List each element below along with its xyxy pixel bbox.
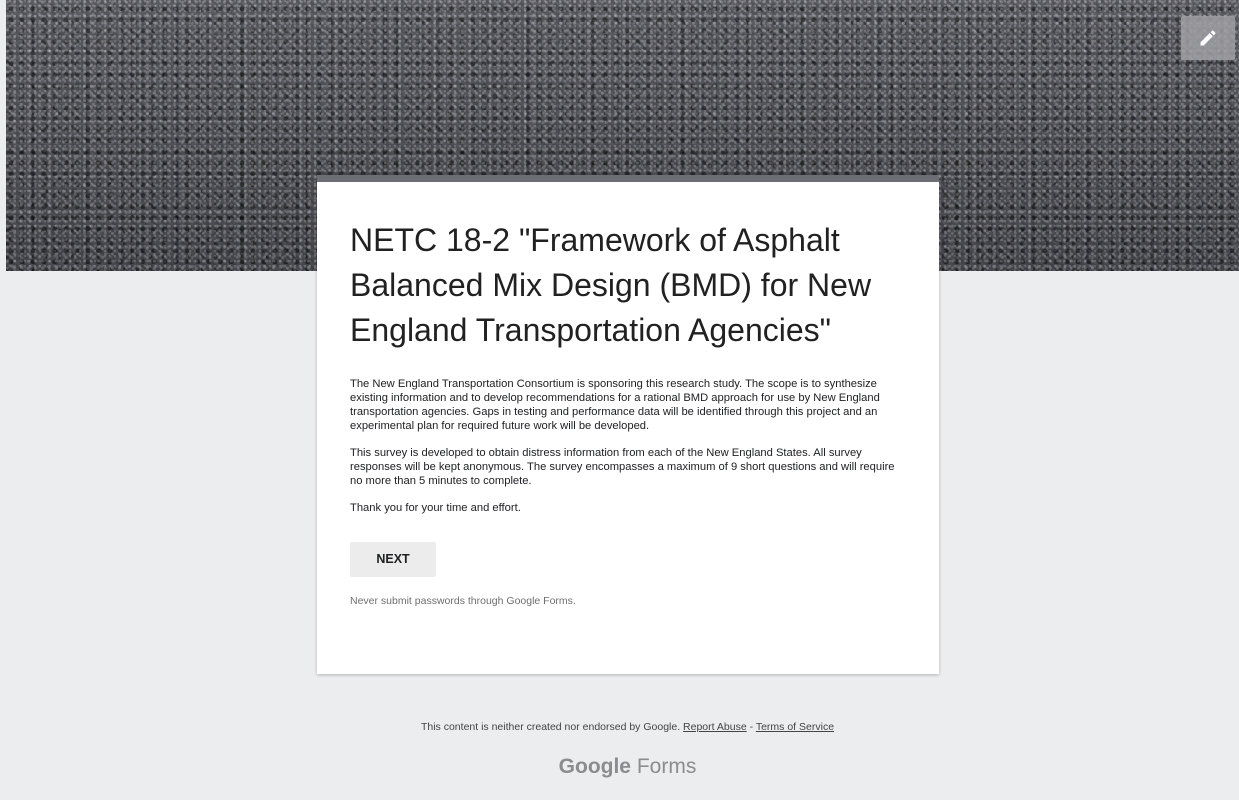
card-accent-bar <box>317 175 939 182</box>
report-abuse-link[interactable]: Report Abuse <box>683 721 747 733</box>
form-title: NETC 18-2 "Framework of Asphalt Balanced… <box>350 222 872 348</box>
card-body: NETC 18-2 "Framework of Asphalt Balanced… <box>317 182 939 607</box>
brand-google: Google <box>558 755 631 778</box>
form-description-paragraph: Thank you for your time and effort. <box>350 502 521 514</box>
edit-theme-button[interactable] <box>1181 16 1235 60</box>
form-page: NETC 18-2 "Framework of Asphalt Balanced… <box>0 0 1239 800</box>
form-description-paragraph: The New England Transportation Consortiu… <box>350 378 883 432</box>
google-forms-logo[interactable]: Google Forms <box>0 755 1239 779</box>
form-description-paragraph: This survey is developed to obtain distr… <box>350 447 898 487</box>
brand-forms: Forms <box>636 755 697 778</box>
next-button[interactable]: NEXT <box>350 542 436 577</box>
password-warning: Never submit passwords through Google Fo… <box>350 595 576 607</box>
footer-separator: - <box>746 721 756 733</box>
footer-notice: This content is neither created nor endo… <box>0 721 1239 733</box>
pencil-icon <box>1200 30 1216 46</box>
footer-disclaimer: This content is neither created nor endo… <box>420 721 681 733</box>
form-card: NETC 18-2 "Framework of Asphalt Balanced… <box>317 175 939 674</box>
terms-of-service-link[interactable]: Terms of Service <box>756 721 834 733</box>
